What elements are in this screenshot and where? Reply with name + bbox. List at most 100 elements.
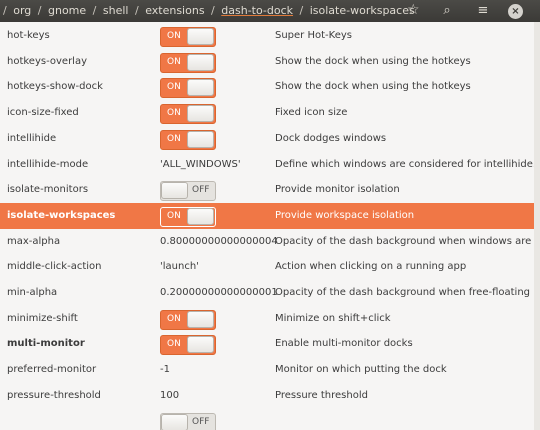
toggle-switch[interactable]: ON	[160, 309, 216, 330]
key-name: intellihide	[7, 132, 57, 144]
toggle-knob[interactable]	[187, 28, 214, 45]
list-item[interactable]: middle-click-action 'launch' Action when c…	[0, 254, 534, 280]
title-bar: / org / gnome / shell / extensions / das…	[0, 0, 540, 22]
list-item[interactable]: intellihide-mode 'ALL_WINDOWS' Define whic…	[0, 152, 536, 178]
breadcrumb-separator: /	[299, 4, 304, 17]
key-name: minimize-shift	[7, 312, 78, 324]
list-item[interactable]: isolate-monitors OFF Provide monitor isola…	[0, 177, 534, 203]
toggle-knob[interactable]	[161, 413, 188, 430]
toggle-knob[interactable]	[187, 79, 214, 97]
key-value[interactable]: 0.20000000000000001	[160, 287, 278, 298]
key-description: Monitor on which putting the dock	[275, 364, 447, 376]
key-name: middle-click-action	[7, 261, 102, 273]
scrollbar-track[interactable]	[534, 22, 540, 430]
toggle-knob[interactable]	[187, 207, 214, 225]
key-description: Provide workspace isolation	[275, 209, 415, 221]
breadcrumb-separator: /	[37, 4, 42, 17]
key-name: intellihide-mode	[7, 158, 89, 170]
breadcrumb-separator: /	[211, 4, 215, 17]
key-description: Provide monitor isolation	[275, 184, 400, 196]
key-description: Fixed icon size	[275, 107, 348, 119]
list-item[interactable]: min-alpha 0.20000000000000001 Opacity of t…	[0, 280, 534, 306]
key-name: min-alpha	[7, 287, 58, 298]
breadcrumb-item-shell[interactable]: shell	[103, 4, 129, 17]
key-description: Dock dodges windows	[275, 132, 387, 144]
toggle-switch[interactable]: OFF	[160, 181, 216, 202]
menu-icon[interactable]: ≡	[474, 2, 492, 20]
list-item[interactable]: max-alpha 0.80000000000000004 Opacity of t…	[0, 229, 540, 255]
key-name: hotkeys-show-dock	[7, 81, 103, 93]
list-item[interactable]: minimize-shift ON Minimize on shift+click	[0, 306, 534, 332]
list-item[interactable]: hotkeys-show-dock ON Show the dock when us…	[0, 74, 534, 100]
key-value[interactable]: 100	[160, 390, 179, 401]
toggle-label: OFF	[192, 185, 210, 196]
list-item[interactable]: isolate-workspaces ON Provide workspace is…	[0, 202, 534, 229]
toggle-knob[interactable]	[187, 336, 214, 354]
list-item[interactable]: icon-size-fixed ON Fixed icon size	[0, 100, 534, 126]
toggle-switch[interactable]: ON	[160, 335, 216, 356]
key-description: Super Hot-Keys	[275, 30, 352, 41]
key-value[interactable]: 'launch'	[160, 261, 199, 272]
breadcrumb-separator: /	[3, 4, 7, 17]
key-name: hotkeys-overlay	[7, 55, 88, 67]
toggle-switch[interactable]: ON	[160, 104, 216, 125]
toggle-switch[interactable]: ON	[160, 52, 216, 73]
key-name: icon-size-fixed	[7, 107, 79, 119]
breadcrumb-separator: /	[134, 4, 139, 17]
key-name: isolate-monitors	[7, 184, 89, 196]
breadcrumb-item-extensions[interactable]: extensions	[145, 4, 204, 17]
toggle-label: ON	[167, 133, 181, 144]
key-value[interactable]: -1	[160, 364, 170, 375]
toggle-switch[interactable]: OFF	[160, 412, 216, 430]
toggle-knob[interactable]	[187, 105, 214, 123]
list-item[interactable]: hot-keys ON Super Hot-Keys	[0, 23, 534, 49]
list-item[interactable]: hotkeys-overlay ON Show the dock when usin…	[0, 49, 534, 75]
key-name: max-alpha	[7, 235, 61, 247]
toggle-label: ON	[167, 313, 181, 324]
key-description: Pressure threshold	[275, 389, 368, 401]
keys-list: hot-keys ON Super Hot-Keys hotkeys-overlay O…	[0, 22, 540, 430]
toggle-label: ON	[167, 82, 181, 93]
toggle-knob[interactable]	[187, 130, 214, 148]
key-description: Minimize on shift+click	[275, 312, 391, 324]
key-description: Opacity of the dash background when wind…	[275, 235, 540, 247]
breadcrumb-item-isolate-workspaces[interactable]: isolate-workspaces	[310, 4, 415, 17]
key-value[interactable]: 0.80000000000000004	[160, 236, 278, 247]
toggle-label: OFF	[192, 416, 210, 427]
list-item[interactable]: intellihide ON Dock dodges windows	[0, 126, 534, 152]
key-description: Action when clicking on a running app	[275, 261, 467, 273]
list-item[interactable]: multi-monitor ON Enable multi-monitor dock…	[0, 331, 534, 357]
key-name: isolate-workspaces	[7, 209, 116, 221]
list-item[interactable]: pressure-threshold 100 Pressure threshold	[0, 383, 534, 409]
breadcrumb: / org / gnome / shell / extensions / das…	[0, 4, 415, 17]
toggle-switch[interactable]: ON	[160, 27, 216, 47]
list-item[interactable]: preferred-monitor -1 Monitor on which putt…	[0, 357, 534, 383]
key-description: Show the dock when using the hotkeys	[275, 81, 471, 93]
toggle-label: ON	[167, 108, 181, 119]
key-description: Opacity of the dash background when free…	[275, 287, 531, 298]
key-name: hot-keys	[7, 30, 50, 41]
toggle-label: ON	[167, 339, 181, 350]
key-name: multi-monitor	[7, 338, 85, 350]
toggle-knob[interactable]	[161, 182, 188, 200]
toggle-knob[interactable]	[187, 53, 214, 71]
toggle-label: ON	[167, 210, 181, 221]
breadcrumb-item-org[interactable]: org	[13, 4, 31, 17]
key-description: Enable multi-monitor docks	[275, 338, 413, 350]
toggle-label: ON	[167, 31, 181, 41]
toggle-switch[interactable]: ON	[160, 206, 216, 227]
list-item[interactable]: OFF	[0, 409, 534, 430]
toggle-switch[interactable]: ON	[160, 129, 216, 150]
breadcrumb-separator: /	[92, 4, 97, 17]
toggle-knob[interactable]	[187, 310, 214, 328]
star-icon[interactable]: ☆	[407, 2, 420, 18]
breadcrumb-item-dash-to-dock[interactable]: dash-to-dock	[221, 4, 293, 17]
key-name: preferred-monitor	[7, 364, 97, 376]
search-icon[interactable]: ⌕	[438, 2, 456, 20]
close-icon[interactable]: ×	[508, 4, 523, 19]
toggle-switch[interactable]: ON	[160, 78, 216, 99]
breadcrumb-item-gnome[interactable]: gnome	[48, 4, 86, 17]
key-value[interactable]: 'ALL_WINDOWS'	[160, 159, 241, 170]
key-description: Show the dock when using the hotkeys	[275, 55, 471, 67]
toggle-label: ON	[167, 56, 181, 67]
